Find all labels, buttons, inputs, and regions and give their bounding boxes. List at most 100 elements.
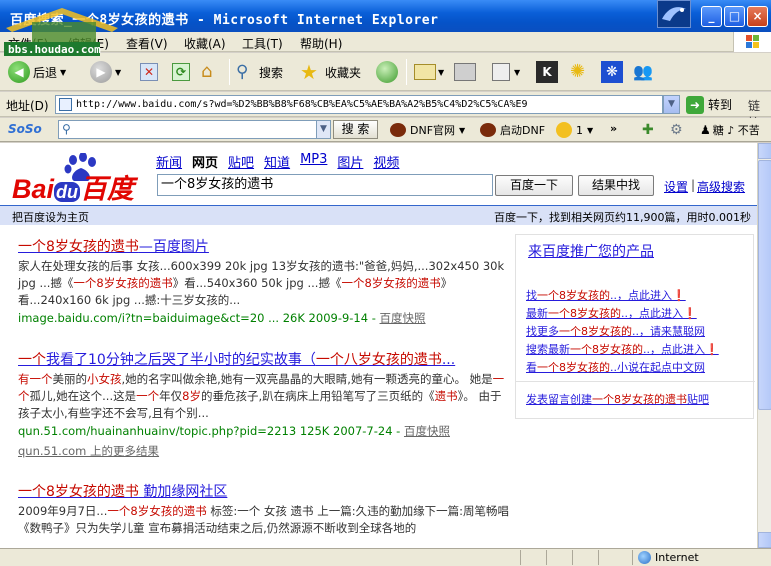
menu-help[interactable]: 帮助(H) <box>300 35 342 52</box>
result-url: qun.51.com/huainanhuainv/topic.php?pid=2… <box>18 423 510 439</box>
history-icon <box>376 61 398 83</box>
search-icon: ⚲ <box>236 62 249 82</box>
soso-logo[interactable]: SoSo <box>8 122 42 136</box>
edit-button[interactable]: ▼ <box>492 60 520 84</box>
messenger-button[interactable]: ✺ <box>570 60 590 84</box>
baidu-logo[interactable]: Bai du百度 <box>12 153 152 204</box>
double-chevron-icon: » <box>610 122 618 135</box>
users-button[interactable]: 👥 <box>633 60 657 84</box>
qq-icon: ♟ <box>700 123 711 137</box>
users-icon: 👥 <box>633 62 653 81</box>
soso-search-input[interactable]: ⚲ <box>58 120 318 139</box>
start-dnf-label: 启动DNF <box>500 124 546 137</box>
address-dropdown-button[interactable]: ▼ <box>663 95 680 114</box>
back-label: 后退 <box>33 65 58 80</box>
dnf-icon <box>480 123 496 137</box>
dnf-icon <box>390 123 406 137</box>
search-button[interactable]: ⚲ 搜索 <box>236 60 283 84</box>
set-homepage-link[interactable]: 把百度设为主页 <box>12 209 89 225</box>
vertical-scrollbar[interactable] <box>757 143 771 548</box>
page-content: Bai du百度 新闻 网页 贴吧 知道 MP3 图片 视频 一个8岁女孩的遗书 … <box>0 143 757 548</box>
nav-web: 网页 <box>192 156 219 171</box>
go-button[interactable]: ➜ 转到 <box>686 95 732 114</box>
ad-link[interactable]: 最新一个8岁女孩的..，点此进入❗ <box>526 305 697 321</box>
mail-icon <box>414 64 436 80</box>
result-title-link[interactable]: 一个8岁女孩的遗书 勤加缘网社区 <box>18 481 510 501</box>
scroll-down-arrow-icon[interactable] <box>758 532 771 548</box>
nav-tieba[interactable]: 贴吧 <box>228 152 254 171</box>
settings-link[interactable]: 设置 <box>664 178 688 195</box>
printer-icon <box>454 63 476 81</box>
baidu-paw-button[interactable]: ❋ <box>601 60 623 84</box>
chevron-down-icon: ▼ <box>60 67 67 77</box>
cache-link[interactable]: 百度快照 <box>404 424 450 438</box>
ad-link[interactable]: 看一个8岁女孩的..小说在起点中文网 <box>526 359 705 375</box>
advanced-search-link[interactable]: 高级搜索 <box>697 178 745 195</box>
menu-tools[interactable]: 工具(T) <box>242 35 283 52</box>
favorites-label: 收藏夹 <box>325 65 362 80</box>
soso-dropdown-button[interactable]: ▼ <box>316 120 331 139</box>
baidu-search-input[interactable]: 一个8岁女孩的遗书 <box>157 174 493 196</box>
edit-icon <box>492 63 510 81</box>
user-nickname-label: 糖 ♪ 不苦 <box>712 124 760 137</box>
ad-link[interactable]: 搜索最新一个8岁女孩的..，点此进入❗ <box>526 341 719 357</box>
forward-button[interactable]: ▶ ▼ <box>90 60 121 84</box>
result-abstract: 有一个美丽的小女孩,她的名字叫做余艳,她有一双亮晶晶的大眼睛,她有一颗透亮的童心… <box>18 372 505 420</box>
discuss-button[interactable]: K <box>536 60 558 84</box>
status-cell <box>632 550 633 565</box>
nav-mp3[interactable]: MP3 <box>300 152 327 171</box>
counter-button[interactable]: 1 ▼ <box>556 122 593 138</box>
nav-video[interactable]: 视频 <box>373 152 399 171</box>
print-button[interactable] <box>454 60 476 84</box>
counter-value: 1 <box>576 123 583 137</box>
create-tieba-link[interactable]: 发表留言创建一个8岁女孩的遗书贴吧 <box>526 391 709 407</box>
nav-images[interactable]: 图片 <box>337 152 363 171</box>
dnf-official-button[interactable]: DNF官网 ▼ <box>390 122 465 138</box>
baidu-search-button[interactable]: 百度一下 <box>495 175 573 196</box>
refresh-icon: ⟳ <box>172 63 190 81</box>
close-button[interactable]: × <box>747 6 768 27</box>
settings-button[interactable]: ⚙ <box>670 122 683 138</box>
ads-panel: 来百度推广您的产品 找一个8岁女孩的..，点此进入❗ 最新一个8岁女孩的..，点… <box>515 234 755 419</box>
ad-link[interactable]: 找更多一个8岁女孩的..，请来慧聪网 <box>526 323 705 339</box>
scroll-thumb[interactable] <box>758 160 771 410</box>
nav-zhidao[interactable]: 知道 <box>264 152 290 171</box>
menu-favorites[interactable]: 收藏(A) <box>184 35 226 52</box>
start-dnf-button[interactable]: 启动DNF <box>480 122 545 138</box>
mail-button[interactable]: ▼ <box>414 60 444 84</box>
result-title-link[interactable]: 一个8岁女孩的遗书—百度图片 <box>18 236 510 256</box>
add-button[interactable]: ✚ <box>642 122 654 138</box>
address-bar: 地址(D) http://www.baidu.com/s?wd=%D2%BB%B… <box>0 92 771 130</box>
result-title-link[interactable]: 一个我看了10分钟之后哭了半小时的纪实故事（一个八岁女孩的遗书... <box>18 349 510 369</box>
nav-news[interactable]: 新闻 <box>156 152 182 171</box>
soso-search-button[interactable]: 搜 索 <box>333 120 378 139</box>
bulb-icon: ✺ <box>570 61 586 82</box>
refresh-button[interactable]: ⟳ <box>172 60 190 84</box>
status-cell <box>598 550 599 565</box>
maximize-button[interactable]: □ <box>724 6 745 27</box>
ads-header-link[interactable]: 来百度推广您的产品 <box>528 241 654 261</box>
more-results-link[interactable]: qun.51.com 上的更多结果 <box>18 443 510 459</box>
logo-bai: Bai <box>12 174 55 204</box>
stop-button[interactable]: ✕ <box>140 60 158 84</box>
favorites-button[interactable]: ★ 收藏夹 <box>300 60 361 84</box>
address-input[interactable]: http://www.baidu.com/s?wd=%D2%BB%B8%F68%… <box>55 95 663 114</box>
minimize-button[interactable]: _ <box>701 6 722 27</box>
menu-view[interactable]: 查看(V) <box>126 35 168 52</box>
ad-link[interactable]: 找一个8岁女孩的..，点此进入❗ <box>526 287 686 303</box>
status-cell <box>546 550 547 565</box>
back-button[interactable]: ◀ 后退 ▼ <box>8 60 66 84</box>
home-button[interactable]: ⌂ <box>201 60 221 84</box>
standard-toolbar: ◀ 后退 ▼ ▶ ▼ ✕ ⟳ ⌂ ⚲ 搜索 ★ 收藏夹 ▼ ▼ K ✺ ❋ 👥 <box>0 53 771 91</box>
scroll-up-arrow-icon[interactable] <box>758 143 771 159</box>
cache-link[interactable]: 百度快照 <box>380 311 426 325</box>
search-result: 一个我看了10分钟之后哭了半小时的纪实故事（一个八岁女孩的遗书... 有一个美丽… <box>18 349 510 459</box>
forum-watermark-logo: bbs.houdao.com <box>4 8 118 56</box>
result-url-text: image.baidu.com/i?tn=baiduimage&ct=20 ..… <box>18 311 380 325</box>
search-result: 一个8岁女孩的遗书—百度图片 家人在处理女孩的后事 女孩...600x399 2… <box>18 236 510 326</box>
result-count: 百度一下，找到相关网页约11,900篇，用时0.001秒 <box>494 211 751 224</box>
history-button[interactable] <box>376 60 398 84</box>
user-nickname[interactable]: ♟ 糖 ♪ 不苦 <box>700 122 760 138</box>
more-chevron-button[interactable]: » <box>610 122 617 135</box>
search-within-button[interactable]: 结果中找 <box>578 175 654 196</box>
